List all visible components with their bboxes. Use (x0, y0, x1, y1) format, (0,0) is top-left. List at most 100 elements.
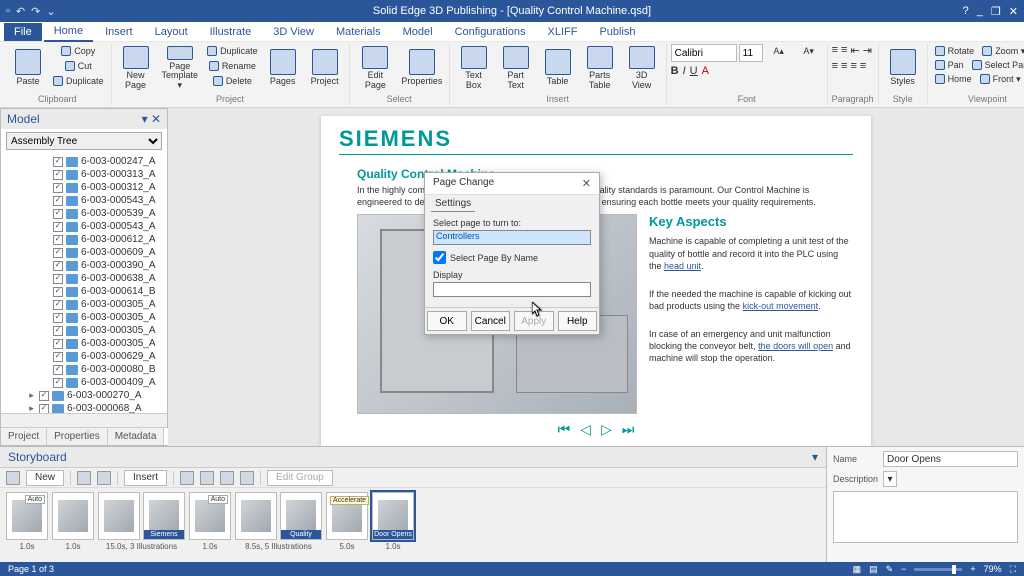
zoom-fit-icon[interactable]: ⛶ (1010, 564, 1016, 575)
tree-node[interactable]: ✓6-003-000539_A (7, 207, 167, 220)
sb-thumb[interactable] (52, 492, 94, 540)
nav-last-icon[interactable]: ⏭ (622, 421, 635, 438)
page-duplicate-button[interactable]: Duplicate (204, 44, 261, 58)
kickout-link[interactable]: kick-out movement (743, 301, 819, 311)
align-center[interactable]: ≡ (841, 60, 847, 72)
tab-illustrate[interactable]: Illustrate (200, 23, 262, 41)
page-rename-button[interactable]: Rename (204, 59, 261, 73)
cancel-button[interactable]: Cancel (471, 311, 511, 331)
home-button[interactable]: Home (932, 72, 975, 86)
select-by-name-checkbox[interactable] (433, 251, 446, 264)
close-button[interactable]: ✕ (1009, 5, 1018, 18)
panel-pin-icon[interactable]: ▾ (142, 112, 148, 126)
tab-file[interactable]: File (4, 23, 42, 41)
sb-new-button[interactable]: New (26, 470, 64, 486)
tree-node[interactable]: ✓6-003-000609_A (7, 246, 167, 259)
font-color-button[interactable]: A (702, 65, 709, 77)
new-page-button[interactable]: New Page (116, 44, 156, 92)
tree-node[interactable]: ✓6-003-000543_A (7, 194, 167, 207)
page-template-button[interactable]: Page Template ▾ (158, 44, 203, 92)
align-right[interactable]: ≡ (850, 60, 856, 72)
tree-node[interactable]: ✓6-003-000614_B (7, 285, 167, 298)
tab-publish[interactable]: Publish (589, 23, 645, 41)
tree-node[interactable]: ✓6-003-000305_A (7, 324, 167, 337)
zoom-in-button[interactable]: + (970, 564, 975, 574)
help-button[interactable]: Help (558, 311, 598, 331)
dialog-tab-settings[interactable]: Settings (431, 198, 475, 212)
bullets-button[interactable]: ≡ (832, 44, 838, 57)
tab-layout[interactable]: Layout (145, 23, 198, 41)
tree-node[interactable]: ✓6-003-000629_A (7, 350, 167, 363)
pages-button[interactable]: Pages (263, 44, 303, 92)
duplicate-button[interactable]: Duplicate (50, 74, 107, 88)
ok-button[interactable]: OK (427, 311, 467, 331)
select-page-dropdown[interactable]: Controllers (433, 230, 591, 245)
tab-configurations[interactable]: Configurations (445, 23, 536, 41)
head-unit-link[interactable]: head unit (664, 261, 701, 271)
tab-materials[interactable]: Materials (326, 23, 391, 41)
tree-node[interactable]: ✓6-003-000305_A (7, 298, 167, 311)
tree-node[interactable]: ▸✓6-003-000270_A (7, 389, 167, 402)
sb-grid2-icon[interactable] (200, 471, 214, 485)
page-delete-button[interactable]: Delete (204, 74, 261, 88)
display-dropdown[interactable] (433, 282, 591, 297)
tree-node[interactable]: ✓6-003-000305_A (7, 311, 167, 324)
tree-node[interactable]: ✓6-003-000612_A (7, 233, 167, 246)
zoom-button[interactable]: Zoom ▾ (979, 44, 1024, 58)
3dview-button[interactable]: 3D View (622, 44, 662, 92)
numbering-button[interactable]: ≡ (841, 44, 847, 57)
sb-thumb[interactable] (6, 492, 48, 540)
status-view-icon[interactable]: ▦ (853, 564, 862, 575)
storyboard-dropdown-icon[interactable]: ▾ (812, 450, 818, 464)
edit-page-button[interactable]: Edit Page (354, 44, 398, 92)
shrink-font[interactable]: A▾ (795, 44, 823, 58)
sb-grid1-icon[interactable] (180, 471, 194, 485)
status-layout-icon[interactable]: ▤ (869, 564, 878, 575)
indent-inc[interactable]: ⇥ (863, 44, 872, 57)
tree-node[interactable]: ✓6-003-000312_A (7, 181, 167, 194)
paste-button[interactable]: Paste (8, 44, 48, 92)
nav-prev-icon[interactable]: ◁ (580, 421, 591, 438)
tree-node[interactable]: ✓6-003-000305_A (7, 337, 167, 350)
nav-first-icon[interactable]: ⏮ (558, 421, 571, 438)
tab-insert[interactable]: Insert (95, 23, 143, 41)
font-size-input[interactable] (739, 44, 763, 62)
font-name-input[interactable] (671, 44, 737, 62)
zoom-out-button[interactable]: − (901, 564, 906, 574)
sb-newpage-icon[interactable] (6, 471, 20, 485)
tree-node[interactable]: ✓6-003-000390_A (7, 259, 167, 272)
prop-desc-toggle[interactable]: ▾ (883, 471, 897, 487)
tab-metadata[interactable]: Metadata (108, 428, 165, 445)
rotate-button[interactable]: Rotate (932, 44, 978, 58)
sb-thumb[interactable]: Siemens (143, 492, 185, 540)
status-pencil-icon[interactable]: ✎ (886, 564, 894, 575)
minimize-button[interactable]: _ (977, 5, 983, 18)
tree-node[interactable]: ✓6-003-000543_A (7, 220, 167, 233)
tree-node[interactable]: ✓6-003-000247_A (7, 155, 167, 168)
sb-thumb-selected[interactable]: Door Opens (372, 492, 414, 540)
sb-del-icon[interactable] (97, 471, 111, 485)
partstable-button[interactable]: Parts Table (580, 44, 620, 92)
undo-icon[interactable]: ↶ (16, 5, 25, 18)
cut-button[interactable]: Cut (50, 59, 107, 73)
tab-properties[interactable]: Properties (47, 428, 108, 445)
tab-project[interactable]: Project (1, 428, 47, 445)
qat-dropdown[interactable]: ⌄ (46, 5, 55, 18)
help-button[interactable]: ? (963, 5, 969, 18)
italic-button[interactable]: I (683, 65, 686, 77)
save-icon[interactable]: ▫ (6, 5, 10, 17)
apply-button[interactable]: Apply (514, 311, 554, 331)
sb-thumb[interactable]: Quality (280, 492, 322, 540)
doors-open-link[interactable]: the doors will open (758, 341, 833, 351)
sb-grid3-icon[interactable] (220, 471, 234, 485)
prop-name-input[interactable]: Door Opens (883, 451, 1018, 467)
sb-thumb[interactable] (235, 492, 277, 540)
storyboard-strip[interactable]: 1.0s1.0sSiemens15.0s, 3 Illustrations1.0… (0, 488, 826, 562)
sb-dup-icon[interactable] (77, 471, 91, 485)
sb-grid4-icon[interactable] (240, 471, 254, 485)
panel-close-icon[interactable]: ✕ (151, 112, 161, 126)
tree-node[interactable]: ▸✓6-003-000068_A (7, 402, 167, 413)
align-left[interactable]: ≡ (832, 60, 838, 72)
tab-model[interactable]: Model (393, 23, 443, 41)
tab-3dview[interactable]: 3D View (263, 23, 324, 41)
